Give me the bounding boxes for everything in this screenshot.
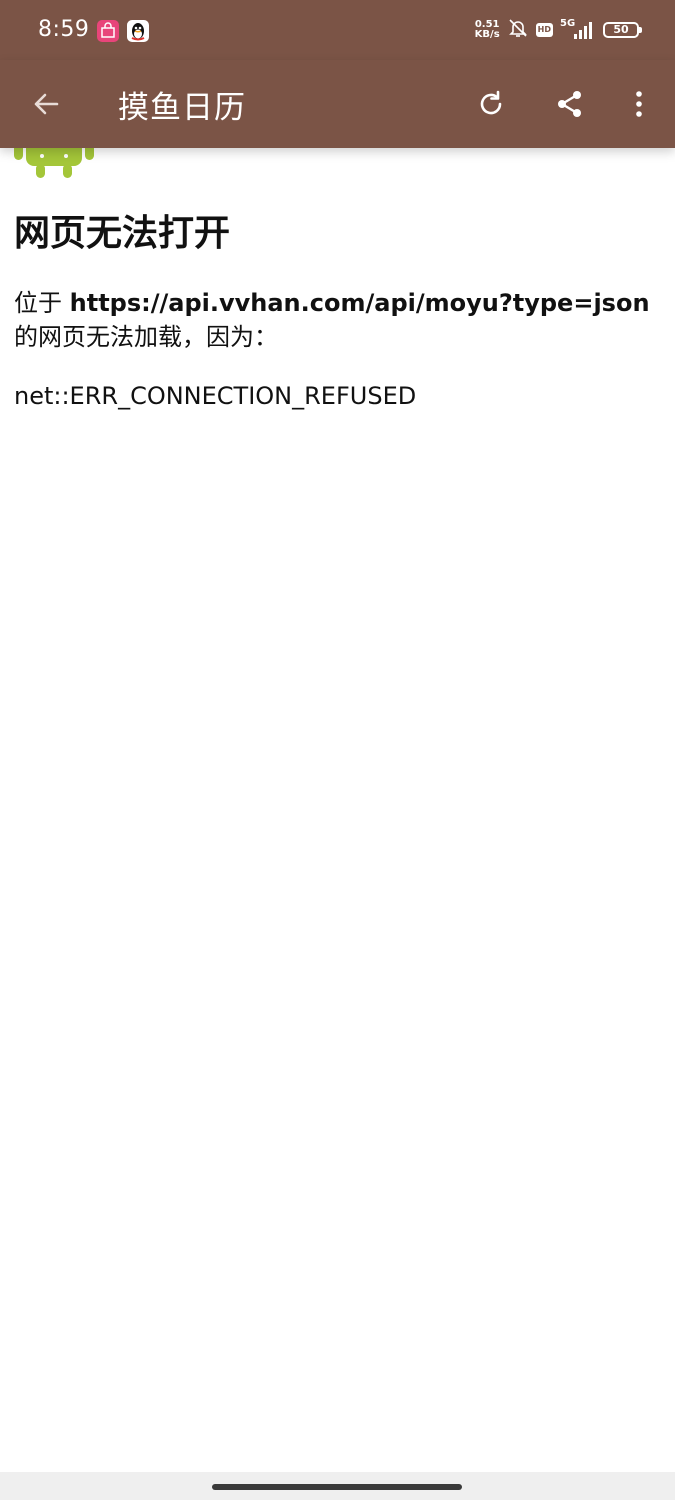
error-url: https://api.vvhan.com/api/moyu?type=json xyxy=(69,289,650,317)
back-arrow-icon xyxy=(34,93,59,115)
network-speed: 0.51 KB/s xyxy=(475,20,500,40)
refresh-icon xyxy=(480,90,502,115)
status-time: 8:59 xyxy=(38,17,90,42)
bell-muted-icon xyxy=(507,17,529,43)
webview-screen: 8:59 0.51 KB/s HD 5G 50 摸鱼日历 网页无法打开 位于 h… xyxy=(0,0,675,1500)
more-vert-icon xyxy=(636,91,642,117)
page-title: 摸鱼日历 xyxy=(118,90,246,126)
error-prefix: 位于 xyxy=(14,289,70,317)
shopping-app-notification-icon xyxy=(97,20,119,42)
cellular-signal-icon: 5G xyxy=(560,19,596,41)
qq-penguin-notification-icon xyxy=(127,20,149,42)
webview-content[interactable]: 网页无法打开 位于 https://api.vvhan.com/api/moyu… xyxy=(0,134,675,1472)
status-bar: 8:59 0.51 KB/s HD 5G 50 xyxy=(0,0,675,60)
refresh-button[interactable] xyxy=(467,80,515,128)
navigation-bar xyxy=(0,1472,675,1500)
home-gesture-handle[interactable] xyxy=(212,1484,462,1490)
hd-voice-badge: HD xyxy=(535,23,553,37)
error-title: 网页无法打开 xyxy=(14,213,231,254)
battery-indicator: 50 xyxy=(603,22,642,38)
error-message: 位于 https://api.vvhan.com/api/moyu?type=j… xyxy=(14,286,664,354)
status-indicators: 0.51 KB/s HD 5G 50 xyxy=(475,0,642,60)
share-button[interactable] xyxy=(546,80,594,128)
more-options-button[interactable] xyxy=(615,80,663,128)
network-speed-unit: KB/s xyxy=(474,29,500,40)
error-code: net::ERR_CONNECTION_REFUSED xyxy=(14,382,417,410)
error-suffix: 的网页无法加载，因为： xyxy=(14,323,278,351)
app-toolbar: 摸鱼日历 xyxy=(0,60,675,148)
back-button[interactable] xyxy=(22,80,70,128)
share-icon xyxy=(558,91,581,117)
